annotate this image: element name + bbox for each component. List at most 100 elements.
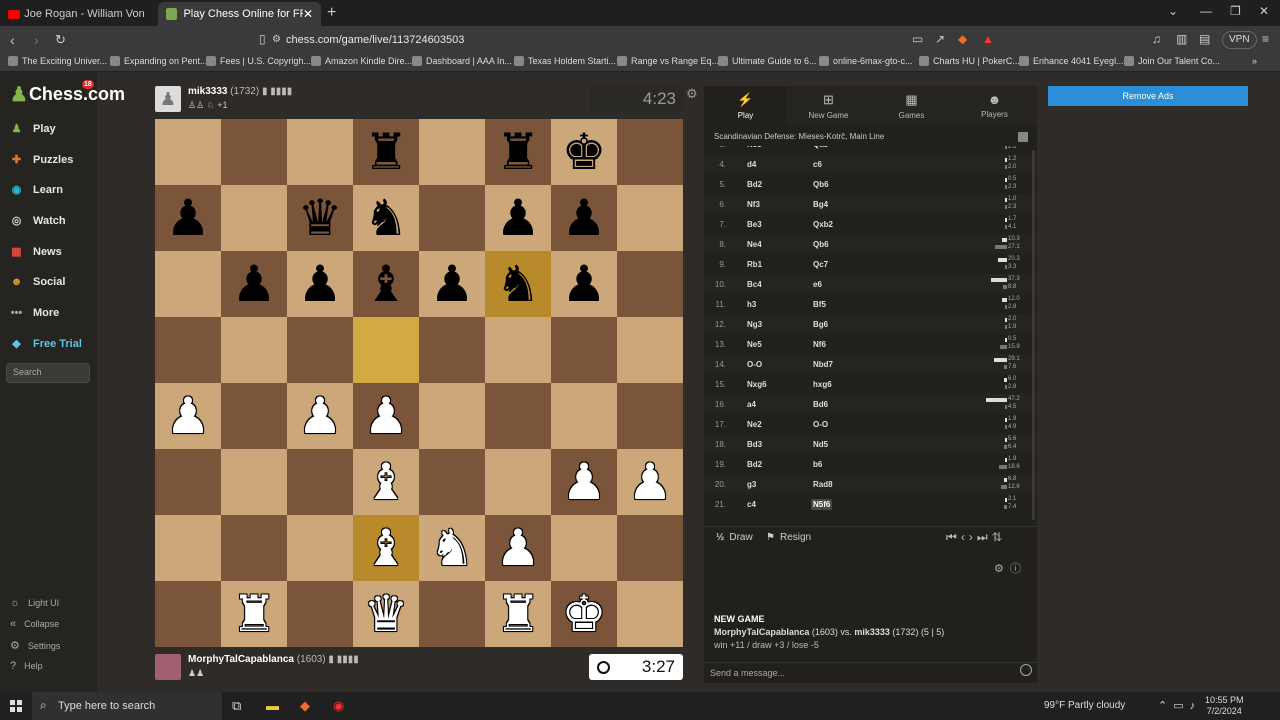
bookmark-item[interactable]: Dashboard | AAA In...	[412, 56, 512, 66]
app-icon[interactable]: ◉	[333, 698, 344, 714]
board-square[interactable]	[287, 449, 353, 515]
bookmark-item[interactable]: Join Our Talent Co...	[1124, 56, 1220, 66]
search-input[interactable]: Search	[6, 363, 90, 383]
board-square[interactable]	[155, 581, 221, 647]
black-move[interactable]: Qb6	[813, 180, 829, 189]
cast-icon[interactable]: ▭	[912, 32, 923, 46]
first-move-icon[interactable]: ⏮	[946, 530, 961, 544]
white-rook-icon[interactable]: ♜	[496, 589, 541, 639]
board-square[interactable]	[221, 119, 287, 185]
board-square[interactable]	[155, 449, 221, 515]
board-square[interactable]: ♞	[353, 185, 419, 251]
rewards-icon[interactable]: ▲	[982, 32, 994, 46]
board-square[interactable]	[551, 317, 617, 383]
sidebar-help[interactable]: ? Help	[10, 660, 43, 672]
board-square[interactable]	[287, 515, 353, 581]
board-square[interactable]: ♟	[419, 251, 485, 317]
task-view-icon[interactable]: ⧉	[232, 698, 241, 714]
chess-com-logo[interactable]: ♟ Chess.com 18	[10, 80, 125, 107]
white-move[interactable]: Be3	[747, 220, 762, 229]
board-square[interactable]: ♟	[551, 449, 617, 515]
black-pawn-icon[interactable]: ♟	[562, 193, 607, 243]
bookmark-item[interactable]: Range vs Range Eq...	[617, 56, 719, 66]
black-queen-icon[interactable]: ♛	[298, 193, 343, 243]
tab-players[interactable]: ☻ Players	[953, 86, 1036, 126]
board-square[interactable]: ♟	[287, 251, 353, 317]
board-square[interactable]	[221, 185, 287, 251]
bookmark-item[interactable]: Ultimate Guide to 6...	[718, 56, 817, 66]
last-move-icon[interactable]: ⏭	[977, 530, 992, 544]
white-pawn-icon[interactable]: ♟	[364, 391, 409, 441]
board-square[interactable]: ♟	[287, 383, 353, 449]
avatar[interactable]: ♟	[155, 86, 181, 112]
previous-move-icon[interactable]: ‹	[961, 530, 969, 544]
browser-tab-chess[interactable]: Play Chess Online for FREE - 2 P ✕	[158, 2, 321, 26]
board-square[interactable]	[485, 449, 551, 515]
tab-new-game[interactable]: ⊞ New Game	[787, 86, 870, 126]
sidebar-collapse[interactable]: «Collapse	[10, 618, 59, 630]
board-square[interactable]: ♝	[353, 515, 419, 581]
board-square[interactable]	[353, 317, 419, 383]
weather-widget[interactable]: 99°F Partly cloudy	[1044, 700, 1125, 711]
board-square[interactable]: ♚	[551, 119, 617, 185]
bookmark-item[interactable]: Fees | U.S. Copyrigh...	[206, 56, 311, 66]
white-bishop-icon[interactable]: ♝	[364, 457, 409, 507]
white-move[interactable]: Nc3	[747, 146, 762, 149]
board-square[interactable]	[287, 581, 353, 647]
black-king-icon[interactable]: ♚	[562, 127, 607, 177]
bookmark-item[interactable]: Charts HU | PokerC...	[919, 56, 1020, 66]
board-square[interactable]	[617, 383, 683, 449]
bookmark-item[interactable]: Texas Holdem Starti...	[514, 56, 616, 66]
board-square[interactable]: ♟	[353, 383, 419, 449]
black-move[interactable]: hxg6	[813, 380, 832, 389]
board-square[interactable]	[221, 317, 287, 383]
board-square[interactable]	[551, 383, 617, 449]
resign-button[interactable]: ⚑ Resign	[766, 532, 811, 543]
avatar[interactable]	[155, 654, 181, 680]
black-bishop-icon[interactable]: ♝	[364, 259, 409, 309]
black-pawn-icon[interactable]: ♟	[298, 259, 343, 309]
board-square[interactable]: ♜	[353, 119, 419, 185]
white-pawn-icon[interactable]: ♟	[496, 523, 541, 573]
white-pawn-icon[interactable]: ♟	[298, 391, 343, 441]
board-square[interactable]: ♟	[485, 185, 551, 251]
flip-board-icon[interactable]: ⇅	[992, 530, 1007, 544]
white-pawn-icon[interactable]: ♟	[562, 457, 607, 507]
board-square[interactable]	[419, 317, 485, 383]
clock-widget[interactable]: 10:55 PM 7/2/2024	[1205, 695, 1244, 717]
black-move[interactable]: Nf6	[813, 340, 826, 349]
black-knight-icon[interactable]: ♞	[496, 259, 541, 309]
board-square[interactable]: ♞	[485, 251, 551, 317]
bookmark-item[interactable]: The Exciting Univer...	[8, 56, 107, 66]
menu-icon[interactable]: ≡	[1262, 32, 1269, 46]
sidebar-item-free-trial[interactable]: ◆ Free Trial	[8, 335, 82, 352]
board-square[interactable]	[617, 581, 683, 647]
white-bishop-icon[interactable]: ♝	[364, 523, 409, 573]
board-square[interactable]	[551, 515, 617, 581]
black-move[interactable]: b6	[813, 460, 822, 469]
sidebar-item-play[interactable]: ♟ Play	[8, 120, 56, 137]
white-move[interactable]: Nf3	[747, 200, 760, 209]
board-square[interactable]	[221, 449, 287, 515]
board-square[interactable]	[485, 317, 551, 383]
black-move[interactable]: e6	[813, 280, 822, 289]
white-move[interactable]: Rb1	[747, 260, 762, 269]
board-square[interactable]: ♜	[221, 581, 287, 647]
players-settings-icon[interactable]: ⚙	[994, 563, 1004, 575]
board-square[interactable]: ♚	[551, 581, 617, 647]
black-move[interactable]: Qb6	[813, 240, 829, 249]
chess-board[interactable]: ♜ ♜ ♚ ♟ ♛ ♞ ♟ ♟ ♟ ♟ ♝ ♟ ♞ ♟ ♟ ♟ ♟ ♝ ♟ ♟ ♝ ♞ ♟ ♜ ♛ ♜ ♚	[155, 119, 683, 647]
sidebar-item-watch[interactable]: ◎ Watch	[8, 212, 66, 229]
white-move[interactable]: Ne5	[747, 340, 762, 349]
chat-input[interactable]: Send a message...	[704, 662, 1037, 683]
tab-search-icon[interactable]: ⌄	[1168, 4, 1178, 18]
white-move[interactable]: Bd2	[747, 180, 762, 189]
board-square[interactable]: ♟	[551, 251, 617, 317]
board-square[interactable]	[287, 317, 353, 383]
board-square[interactable]: ♟	[155, 185, 221, 251]
sidebar-item-news[interactable]: ▦ News	[8, 243, 61, 260]
board-square[interactable]	[617, 185, 683, 251]
board-square[interactable]: ♟	[485, 515, 551, 581]
white-king-icon[interactable]: ♚	[562, 589, 607, 639]
sidebar-item-learn[interactable]: ◉ Learn	[8, 181, 63, 198]
